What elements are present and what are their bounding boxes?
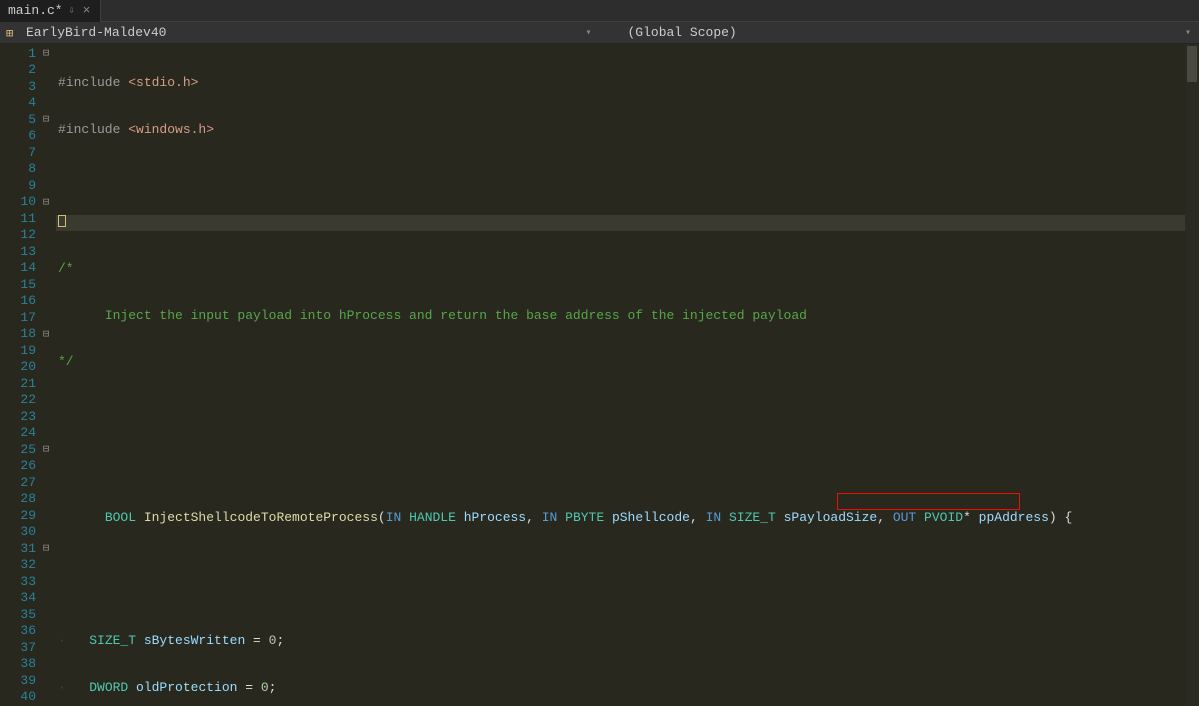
lineno: 39 xyxy=(0,673,38,688)
lineno: 31 xyxy=(0,541,38,556)
lineno: 6 xyxy=(0,128,38,143)
chevron-down-icon: ▾ xyxy=(585,27,591,39)
pin-icon[interactable]: ⇩ xyxy=(69,5,75,17)
highlight-box xyxy=(837,493,1020,510)
file-tab-name: main.c* xyxy=(8,3,63,18)
lineno: 25 xyxy=(0,442,38,457)
lineno: 8 xyxy=(0,161,38,176)
lineno: 32 xyxy=(0,557,38,572)
code-line-current[interactable] xyxy=(56,215,1199,232)
code-line[interactable] xyxy=(56,540,1199,557)
scope-label: (Global Scope) xyxy=(628,25,737,40)
lineno: 7 xyxy=(0,145,38,160)
lineno: 40 xyxy=(0,689,38,704)
lineno: 9 xyxy=(0,178,38,193)
lineno: 29 xyxy=(0,508,38,523)
fold-icon[interactable]: ⊟ xyxy=(38,442,54,456)
project-icon: ⊞ xyxy=(6,26,20,40)
code-area[interactable]: #include <stdio.h> #include <windows.h> … xyxy=(56,44,1199,706)
lineno: 37 xyxy=(0,640,38,655)
lineno: 12 xyxy=(0,227,38,242)
lineno: 21 xyxy=(0,376,38,391)
chevron-down-icon: ▾ xyxy=(1185,27,1191,39)
code-line[interactable]: Inject the input payload into hProcess a… xyxy=(56,308,1199,325)
lineno: 15 xyxy=(0,277,38,292)
project-dropdown[interactable]: ⊞ EarlyBird-Maldev40 ▾ xyxy=(0,25,600,40)
code-line[interactable] xyxy=(56,401,1199,418)
code-line[interactable]: #include <windows.h> xyxy=(56,122,1199,139)
scroll-thumb[interactable] xyxy=(1187,46,1197,82)
lineno: 18 xyxy=(0,326,38,341)
lineno: 23 xyxy=(0,409,38,424)
project-name: EarlyBird-Maldev40 xyxy=(26,25,166,40)
code-line[interactable] xyxy=(56,587,1199,604)
context-bar: ⊞ EarlyBird-Maldev40 ▾ (Global Scope) ▾ xyxy=(0,22,1199,44)
lineno: 16 xyxy=(0,293,38,308)
code-line[interactable]: #include <stdio.h> xyxy=(56,75,1199,92)
lineno: 11 xyxy=(0,211,38,226)
lineno: 5 xyxy=(0,112,38,127)
code-line[interactable] xyxy=(56,168,1199,185)
lineno: 1 xyxy=(0,46,38,61)
fold-icon[interactable]: ⊟ xyxy=(38,46,54,60)
lineno: 33 xyxy=(0,574,38,589)
code-line[interactable]: /* xyxy=(56,261,1199,278)
lineno: 34 xyxy=(0,590,38,605)
code-line[interactable]: · SIZE_T sBytesWritten = 0; xyxy=(56,633,1199,650)
lineno: 19 xyxy=(0,343,38,358)
scope-dropdown[interactable]: (Global Scope) ▾ xyxy=(600,25,1199,40)
fold-icon[interactable]: ⊟ xyxy=(38,327,54,341)
lineno: 13 xyxy=(0,244,38,259)
lineno: 14 xyxy=(0,260,38,275)
cursor-icon xyxy=(58,215,66,227)
lineno: 3 xyxy=(0,79,38,94)
lineno: 2 xyxy=(0,62,38,77)
file-tab[interactable]: main.c* ⇩ × xyxy=(0,0,101,22)
tab-bar: main.c* ⇩ × xyxy=(0,0,1199,22)
lineno: 36 xyxy=(0,623,38,638)
fold-icon[interactable]: ⊟ xyxy=(38,541,54,555)
close-icon[interactable]: × xyxy=(81,3,93,18)
code-line[interactable]: BOOL InjectShellcodeToRemoteProcess(IN H… xyxy=(56,494,1199,511)
lineno: 17 xyxy=(0,310,38,325)
lineno: 24 xyxy=(0,425,38,440)
lineno: 22 xyxy=(0,392,38,407)
fold-icon[interactable]: ⊟ xyxy=(38,195,54,209)
lineno: 4 xyxy=(0,95,38,110)
lineno: 38 xyxy=(0,656,38,671)
lineno: 35 xyxy=(0,607,38,622)
lineno: 10 xyxy=(0,194,38,209)
fold-icon[interactable]: ⊟ xyxy=(38,112,54,126)
lineno: 28 xyxy=(0,491,38,506)
code-line[interactable]: */ xyxy=(56,354,1199,371)
editor[interactable]: 1⊟ 2 3 4 5⊟ 6 7 8 9 10⊟ 11 12 13 14 15 1… xyxy=(0,44,1199,706)
gutter: 1⊟ 2 3 4 5⊟ 6 7 8 9 10⊟ 11 12 13 14 15 1… xyxy=(0,44,56,706)
lineno: 30 xyxy=(0,524,38,539)
scrollbar-vertical[interactable] xyxy=(1185,44,1199,706)
lineno: 20 xyxy=(0,359,38,374)
lineno: 27 xyxy=(0,475,38,490)
code-line[interactable]: · DWORD oldProtection = 0; xyxy=(56,680,1199,697)
lineno: 26 xyxy=(0,458,38,473)
code-line[interactable] xyxy=(56,447,1199,464)
